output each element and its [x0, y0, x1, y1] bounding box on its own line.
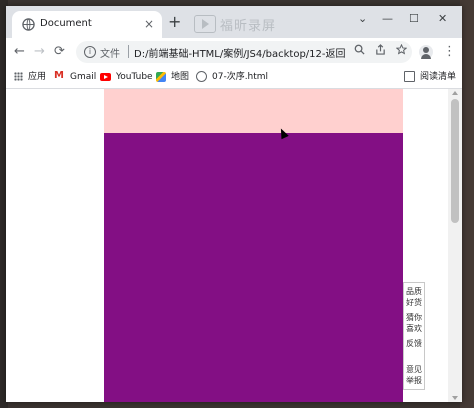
apps-icon	[14, 72, 23, 81]
browser-window: Document × + 福昕录屏 ⌄ — ☐ ✕ ← → ⟳ i 文件 D:/…	[6, 6, 462, 402]
bookmark-label: YouTube	[116, 72, 153, 82]
bookmark-label: 07-次序.html	[212, 72, 269, 82]
close-window-button[interactable]: ✕	[438, 12, 447, 26]
page-scrollbar[interactable]	[448, 89, 462, 402]
reload-button[interactable]: ⟳	[54, 43, 65, 61]
bookmark-star-icon[interactable]	[396, 44, 407, 55]
scheme-label: 文件	[100, 49, 120, 60]
reading-list-button[interactable]: 阅读清单	[404, 70, 456, 84]
floating-side-nav: 品质好货 猜你喜欢 反馈 意见举报	[403, 282, 425, 390]
sidenav-item-guess-you-like[interactable]: 猜你喜欢	[404, 312, 424, 334]
tab-strip: Document × + 福昕录屏 ⌄ — ☐ ✕	[6, 6, 462, 38]
new-tab-button[interactable]: +	[168, 13, 181, 31]
recorder-watermark: 福昕录屏	[194, 15, 282, 34]
share-icon[interactable]	[375, 44, 386, 55]
main-content-box	[104, 133, 403, 402]
globe-icon	[196, 71, 207, 82]
bookmark-apps[interactable]: 应用	[14, 70, 46, 84]
reading-list-label: 阅读清单	[420, 72, 457, 82]
youtube-icon	[100, 72, 111, 81]
browser-toolbar: ← → ⟳ i 文件 D:/前端基础-HTML/案例/JS4/backtop/1…	[6, 38, 462, 66]
zoom-search-icon[interactable]	[354, 44, 365, 55]
scroll-down-arrow-icon[interactable]	[452, 396, 458, 400]
tab-search-icon[interactable]: ⌄	[358, 12, 367, 26]
bookmarks-bar: 应用 Gmail YouTube 地图 07-次序.html 阅读清单	[6, 66, 462, 89]
globe-icon	[22, 18, 35, 31]
gmail-icon	[54, 69, 65, 83]
maximize-button[interactable]: ☐	[409, 12, 419, 26]
bookmark-youtube[interactable]: YouTube	[100, 70, 153, 84]
sidenav-item-quality-goods[interactable]: 品质好货	[404, 286, 424, 308]
divider	[128, 45, 129, 58]
url-text[interactable]: D:/前端基础-HTML/案例/JS4/backtop/12-返回顶部.ht..…	[134, 45, 346, 60]
scrollbar-thumb[interactable]	[451, 99, 459, 223]
bookmark-label: Gmail	[70, 72, 97, 82]
watermark-text: 福昕录屏	[220, 19, 277, 34]
maps-icon	[156, 71, 166, 82]
play-icon	[194, 15, 216, 33]
sidenav-item-feedback[interactable]: 反馈	[404, 338, 424, 349]
tab-document[interactable]: Document ×	[12, 11, 162, 38]
desktop-background-right	[460, 0, 474, 408]
address-bar[interactable]: i 文件 D:/前端基础-HTML/案例/JS4/backtop/12-返回顶部…	[76, 41, 412, 63]
bookmark-maps[interactable]: 地图	[156, 70, 189, 84]
top-banner-box	[104, 89, 403, 133]
site-info-icon[interactable]: i	[84, 46, 96, 58]
bookmark-label: 地图	[171, 72, 190, 82]
browser-menu-icon[interactable]: ⋮	[443, 43, 456, 61]
tab-close-icon[interactable]: ×	[144, 16, 154, 32]
bookmark-gmail[interactable]: Gmail	[54, 69, 97, 84]
reading-list-icon	[404, 71, 415, 82]
forward-button[interactable]: →	[34, 43, 45, 61]
scroll-up-arrow-icon[interactable]	[452, 91, 458, 95]
page-content: 品质好货 猜你喜欢 反馈 意见举报	[6, 89, 448, 402]
bookmark-07-html[interactable]: 07-次序.html	[196, 70, 268, 84]
back-button[interactable]: ←	[14, 43, 25, 61]
sidenav-item-report[interactable]: 意见举报	[404, 364, 424, 386]
bookmark-label: 应用	[28, 72, 47, 82]
tab-title: Document	[40, 18, 92, 29]
minimize-button[interactable]: —	[382, 12, 393, 26]
profile-avatar-icon[interactable]	[419, 45, 433, 59]
